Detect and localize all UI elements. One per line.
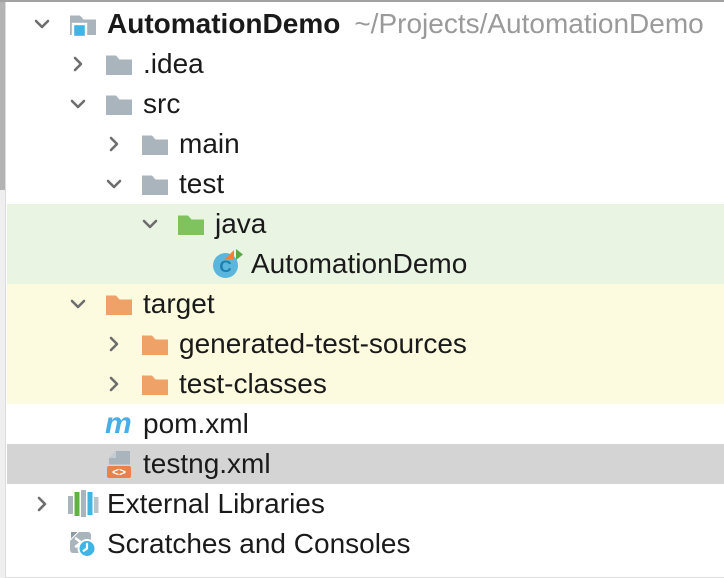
tree-row-test[interactable]: test xyxy=(7,164,724,204)
folder-orange-icon xyxy=(139,368,171,400)
libraries-icon xyxy=(67,488,99,520)
scrollbar-thumb[interactable] xyxy=(0,0,5,190)
maven-icon: m xyxy=(103,407,135,440)
folder-orange-icon xyxy=(103,288,135,320)
project-path: ~/Projects/AutomationDemo xyxy=(354,8,704,39)
chevron-down-icon[interactable] xyxy=(131,204,169,244)
tree-row-scratches-and-consoles[interactable]: Scratches and Consoles xyxy=(7,524,724,564)
folder-green-icon xyxy=(175,208,207,240)
tree-row-idea[interactable]: .idea xyxy=(7,44,724,84)
tree-item-label: test-classes xyxy=(179,368,327,399)
folder-icon xyxy=(103,88,135,120)
project-tree: AutomationDemo ~/Projects/AutomationDemo.… xyxy=(7,4,724,564)
tree-item-label: main xyxy=(179,128,240,159)
folder-icon xyxy=(103,48,135,80)
tree-item-label: External Libraries xyxy=(107,488,325,519)
chevron-right-icon[interactable] xyxy=(23,484,61,524)
tree-item-label: pom.xml xyxy=(143,408,249,439)
tree-item-label: java xyxy=(215,208,267,239)
tree-item-label: AutomationDemo xyxy=(107,8,341,39)
chevron-right-icon[interactable] xyxy=(95,364,133,404)
tree-item-label: Scratches and Consoles xyxy=(107,528,411,559)
tree-item-label: generated-test-sources xyxy=(179,328,467,359)
chevron-down-icon[interactable] xyxy=(95,164,133,204)
panel-top-border xyxy=(0,0,724,2)
scratches-icon xyxy=(67,528,99,560)
xml-icon: <> xyxy=(103,448,135,480)
chevron-down-icon[interactable] xyxy=(23,4,61,44)
tree-row-automationdemo[interactable]: AutomationDemo ~/Projects/AutomationDemo xyxy=(7,4,724,44)
tree-item-label: .idea xyxy=(143,48,204,79)
tree-item-label: src xyxy=(143,88,181,119)
chevron-right-icon[interactable] xyxy=(59,44,97,84)
tree-row-automationdemo[interactable]: C AutomationDemo xyxy=(7,244,724,284)
tree-row-java[interactable]: java xyxy=(7,204,724,244)
project-folder-icon xyxy=(67,8,99,40)
tree-item-label: target xyxy=(143,288,215,319)
tree-item-label: test xyxy=(179,168,225,199)
chevron-right-icon[interactable] xyxy=(95,124,133,164)
tree-row-pom-xml[interactable]: m pom.xml xyxy=(7,404,724,444)
tree-row-generated-test-sources[interactable]: generated-test-sources xyxy=(7,324,724,364)
folder-icon xyxy=(139,128,171,160)
folder-icon xyxy=(139,168,171,200)
folder-orange-icon xyxy=(139,328,171,360)
tree-row-test-classes[interactable]: test-classes xyxy=(7,364,724,404)
tree-item-label: AutomationDemo xyxy=(251,248,468,279)
left-scrollbar[interactable] xyxy=(0,0,6,578)
chevron-down-icon[interactable] xyxy=(59,84,97,124)
tree-row-main[interactable]: main xyxy=(7,124,724,164)
tree-row-target[interactable]: target xyxy=(7,284,724,324)
class-icon: C xyxy=(211,248,243,280)
svg-text:<>: <> xyxy=(112,465,126,479)
chevron-right-icon[interactable] xyxy=(95,324,133,364)
tree-row-src[interactable]: src xyxy=(7,84,724,124)
chevron-down-icon[interactable] xyxy=(59,284,97,324)
svg-text:C: C xyxy=(219,257,231,276)
tree-row-testng-xml[interactable]: <> testng.xml xyxy=(7,444,724,484)
tree-item-label: testng.xml xyxy=(143,448,271,479)
tree-row-external-libraries[interactable]: External Libraries xyxy=(7,484,724,524)
svg-text:m: m xyxy=(105,407,132,440)
